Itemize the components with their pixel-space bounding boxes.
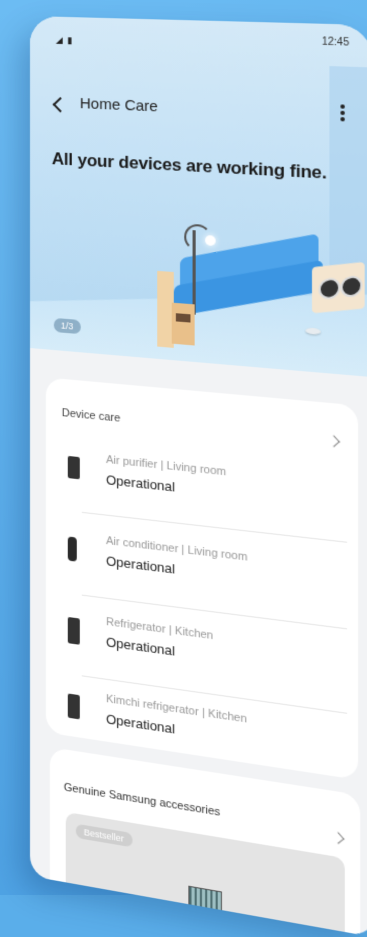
device-status: Operational [106, 634, 176, 659]
status-time: 12:45 [321, 36, 350, 49]
device-care-title: Device care [61, 407, 121, 425]
sofa-illustration [173, 233, 334, 319]
accessory-image[interactable]: Bestseller [65, 811, 345, 937]
living-room-illustration [120, 211, 365, 374]
back-arrow-icon[interactable] [52, 95, 66, 114]
air-purifier-icon [67, 455, 80, 480]
accessories-title: Genuine Samsung accessories [63, 781, 221, 819]
speaker-illustration [311, 261, 365, 314]
device-status: Operational [106, 711, 176, 737]
chevron-right-icon[interactable] [327, 435, 341, 448]
more-options-icon[interactable] [338, 102, 347, 126]
device-care-card[interactable]: Device care Air purifier | Living room O… [45, 377, 359, 780]
page-indicator: 1/3 [53, 317, 81, 335]
bestseller-badge: Bestseller [75, 823, 133, 848]
filter-product-image [188, 885, 222, 933]
device-status: Operational [106, 472, 176, 495]
air-conditioner-icon [67, 536, 77, 562]
chevron-right-icon[interactable] [332, 832, 345, 845]
kimchi-refrigerator-icon [67, 693, 80, 720]
device-status: Operational [106, 553, 176, 577]
page-title: Home Care [79, 94, 158, 116]
refrigerator-icon [67, 616, 80, 645]
status-icons: ◢ ▮ [55, 34, 74, 46]
robot-vacuum-illustration [305, 327, 321, 335]
phone-screen: ◢ ▮ 12:45 Home Care All your devices are… [30, 16, 367, 937]
